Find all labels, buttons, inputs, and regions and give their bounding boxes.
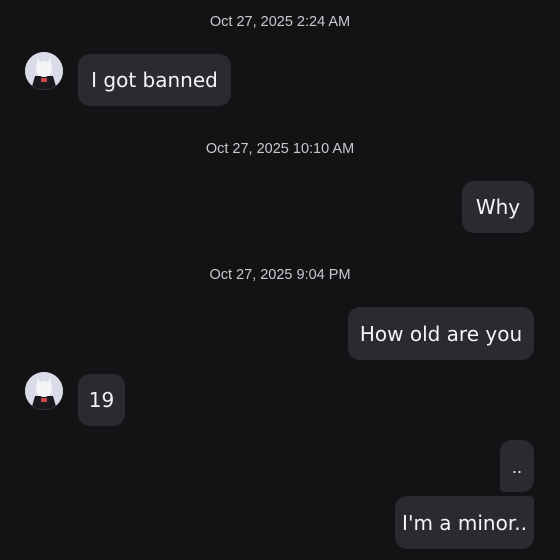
incoming-message-bubble[interactable]: I got banned	[78, 54, 231, 106]
message-timestamp: Oct 27, 2025 10:10 AM	[205, 141, 355, 157]
message-text: I got banned	[91, 68, 218, 92]
avatar-icon	[25, 52, 63, 90]
message-text: I'm a minor..	[402, 510, 527, 535]
message-timestamp: Oct 27, 2025 9:04 PM	[209, 267, 351, 283]
outgoing-message-bubble[interactable]: Why	[462, 181, 534, 233]
incoming-message-bubble[interactable]: 19	[78, 374, 125, 426]
message-timestamp: Oct 27, 2025 2:24 AM	[209, 14, 351, 30]
outgoing-message-bubble[interactable]: I'm a minor..	[395, 496, 534, 549]
message-text: How old are you	[359, 321, 523, 346]
message-text: Why	[475, 195, 521, 219]
message-text: 19	[88, 388, 115, 412]
message-text: ..	[511, 458, 523, 477]
contact-avatar[interactable]	[25, 52, 63, 90]
outgoing-message-bubble[interactable]: ..	[500, 440, 534, 492]
avatar-icon	[25, 372, 63, 410]
outgoing-message-bubble[interactable]: How old are you	[348, 307, 534, 360]
contact-avatar[interactable]	[25, 372, 63, 410]
